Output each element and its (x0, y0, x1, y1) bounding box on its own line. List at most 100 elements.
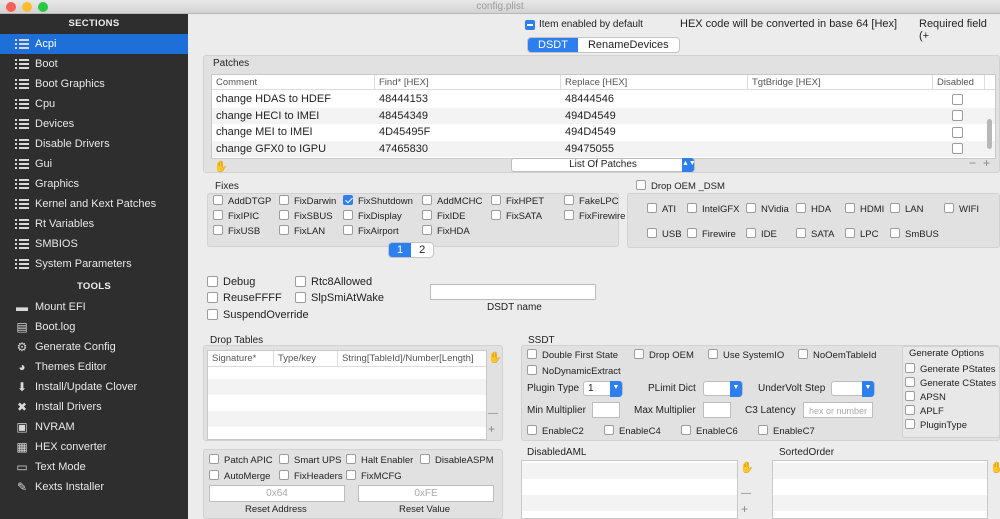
fixheaders-checkbox[interactable]: FixHeaders (279, 470, 343, 483)
sidebar-tool-text-mode[interactable]: ▭ Text Mode (0, 457, 188, 477)
dsdt-name-input[interactable] (430, 284, 596, 300)
use-systemio-checkbox[interactable]: Use SystemIO (708, 349, 784, 362)
dsm-lpc-checkbox[interactable]: LPC (845, 228, 878, 241)
sidebar-item-kernel-and-kext-patches[interactable]: Kernel and Kext Patches (0, 194, 188, 214)
fixlan-checkbox[interactable]: FixLAN (279, 225, 325, 238)
fixes-page-2[interactable]: 2 (411, 243, 433, 257)
drag-hand-icon[interactable]: ✋ (488, 351, 502, 364)
fixairport-checkbox[interactable]: FixAirport (343, 225, 399, 238)
enablec6-checkbox[interactable]: EnableC6 (681, 425, 738, 438)
sidebar-tool-boot-log[interactable]: ▤ Boot.log (0, 317, 188, 337)
col-signature[interactable]: Signature* (208, 351, 274, 367)
addmchc-checkbox[interactable]: AddMCHC (422, 195, 482, 208)
enablec7-checkbox[interactable]: EnableC7 (758, 425, 815, 438)
fakelpc-checkbox[interactable]: FakeLPC (564, 195, 619, 208)
slpsmiatwake-checkbox[interactable]: SlpSmiAtWake (295, 291, 384, 304)
fixes-page-1[interactable]: 1 (389, 243, 412, 257)
sidebar-item-acpi[interactable]: Acpi (0, 34, 188, 54)
col-find[interactable]: Find* [HEX] (375, 75, 561, 90)
fixmcfg-checkbox[interactable]: FixMCFG (346, 470, 402, 483)
undervolt-step-popup[interactable]: ▼ (831, 381, 875, 397)
sidebar-tool-themes-editor[interactable]: ◕ Themes Editor (0, 357, 188, 377)
zoom-window-button[interactable] (38, 2, 48, 12)
sidebar-item-graphics[interactable]: Graphics (0, 174, 188, 194)
plugintype-checkbox[interactable]: PluginType (905, 419, 967, 432)
add-drop-table-button[interactable]: + (488, 422, 495, 436)
add-patch-button[interactable]: + (983, 156, 990, 170)
dsm-intelgfx-checkbox[interactable]: IntelGFX (687, 203, 740, 216)
fixshutdown-checkbox[interactable]: FixShutdown (343, 195, 413, 208)
automerge-checkbox[interactable]: AutoMerge (209, 470, 270, 483)
patch-apic-checkbox[interactable]: Patch APIC (209, 454, 273, 467)
disabledaml-table[interactable] (521, 460, 738, 519)
table-row[interactable]: change HDAS to HDEF 48444153 48444546 (212, 91, 995, 107)
col-disabled[interactable]: Disabled (933, 75, 985, 90)
fixusb-checkbox[interactable]: FixUSB (213, 225, 260, 238)
sidebar-tool-generate-config[interactable]: ⚙ Generate Config (0, 337, 188, 357)
fixide-checkbox[interactable]: FixIDE (422, 210, 466, 223)
sidebar-tool-install-update-clover[interactable]: ⬇ Install/Update Clover (0, 377, 188, 397)
drag-hand-icon[interactable]: ✋ (740, 461, 754, 474)
sortedorder-table[interactable] (772, 460, 988, 519)
sidebar-tool-mount-efi[interactable]: ▬ Mount EFI (0, 297, 188, 317)
remove-drop-table-button[interactable]: — (488, 408, 498, 419)
patches-scrollbar[interactable] (987, 119, 992, 149)
dsm-ide-checkbox[interactable]: IDE (746, 228, 777, 241)
adddtgp-checkbox[interactable]: AddDTGP (213, 195, 271, 208)
dsm-wifi-checkbox[interactable]: WIFI (944, 203, 979, 216)
dsm-sata-checkbox[interactable]: SATA (796, 228, 834, 241)
add-disabledaml-button[interactable]: + (741, 502, 748, 516)
dsm-hdmi-checkbox[interactable]: HDMI (845, 203, 884, 216)
smart-ups-checkbox[interactable]: Smart UPS (279, 454, 342, 467)
max-multiplier-input[interactable] (703, 402, 731, 418)
dsm-lan-checkbox[interactable]: LAN (890, 203, 923, 216)
list-of-patches-popup[interactable]: List Of Patches ▲▼ (511, 158, 696, 172)
halt-enabler-checkbox[interactable]: Halt Enabler (346, 454, 413, 467)
table-row[interactable]: change MEI to IMEI 4D45495F 494D4549 (212, 124, 995, 140)
fixhpet-checkbox[interactable]: FixHPET (491, 195, 544, 208)
min-multiplier-input[interactable] (592, 402, 620, 418)
plugin-type-popup[interactable]: 1 ▼ (583, 381, 623, 397)
rtc8allowed-checkbox[interactable]: Rtc8Allowed (295, 275, 372, 288)
col-string-number[interactable]: String[TableId]/Number[Length] (338, 351, 488, 367)
dsm-firewire-checkbox[interactable]: Firewire (687, 228, 736, 241)
drop-oem-dsm-checkbox[interactable]: Drop OEM _DSM (636, 180, 725, 193)
dsm-smbus-checkbox[interactable]: SmBUS (890, 228, 939, 241)
tab-dsdt[interactable]: DSDT (528, 38, 578, 52)
fixsbus-checkbox[interactable]: FixSBUS (279, 210, 333, 223)
table-row[interactable]: change HECI to IMEI 48454349 494D4549 (212, 107, 995, 124)
col-type-key[interactable]: Type/key (274, 351, 338, 367)
dsm-nvidia-checkbox[interactable]: NVidia (746, 203, 789, 216)
fixdarwin-checkbox[interactable]: FixDarwin (279, 195, 336, 208)
aplf-checkbox[interactable]: APLF (905, 405, 944, 418)
drag-hand-icon[interactable]: ✋ (214, 160, 228, 173)
reset-address-input[interactable]: 0x64 (209, 485, 345, 502)
generate-pstates-checkbox[interactable]: Generate PStates (905, 363, 996, 376)
disabled-checkbox[interactable] (952, 93, 963, 105)
sidebar-item-cpu[interactable]: Cpu (0, 94, 188, 114)
suspendoverride-checkbox[interactable]: SuspendOverride (207, 308, 309, 321)
col-tgtbridge[interactable]: TgtBridge [HEX] (748, 75, 933, 90)
sidebar-item-boot-graphics[interactable]: Boot Graphics (0, 74, 188, 94)
sidebar-item-devices[interactable]: Devices (0, 114, 188, 134)
patches-table[interactable]: Comment Find* [HEX] Replace [HEX] TgtBri… (211, 74, 996, 159)
fixipic-checkbox[interactable]: FixIPIC (213, 210, 259, 223)
drag-hand-icon[interactable]: ✋ (990, 461, 1000, 474)
enablec2-checkbox[interactable]: EnableC2 (527, 425, 584, 438)
debug-checkbox[interactable]: Debug (207, 275, 255, 288)
sidebar-item-system-parameters[interactable]: System Parameters (0, 254, 188, 274)
nooemtableid-checkbox[interactable]: NoOemTableId (798, 349, 876, 362)
ssdt-drop-oem-checkbox[interactable]: Drop OEM (634, 349, 694, 362)
enablec4-checkbox[interactable]: EnableC4 (604, 425, 661, 438)
plimit-dict-popup[interactable]: ▼ (703, 381, 743, 397)
c3-latency-input[interactable]: hex or number (803, 402, 873, 418)
disabled-checkbox[interactable] (952, 110, 963, 122)
nodynamicextract-checkbox[interactable]: NoDynamicExtract (527, 365, 621, 378)
generate-cstates-checkbox[interactable]: Generate CStates (905, 377, 996, 390)
apsn-checkbox[interactable]: APSN (905, 391, 946, 404)
fixfirewire-checkbox[interactable]: FixFirewire (564, 210, 625, 223)
sidebar-item-rt-variables[interactable]: Rt Variables (0, 214, 188, 234)
dsm-usb-checkbox[interactable]: USB (647, 228, 682, 241)
close-window-button[interactable] (6, 2, 16, 12)
sidebar-tool-hex-converter[interactable]: ▦ HEX converter (0, 437, 188, 457)
